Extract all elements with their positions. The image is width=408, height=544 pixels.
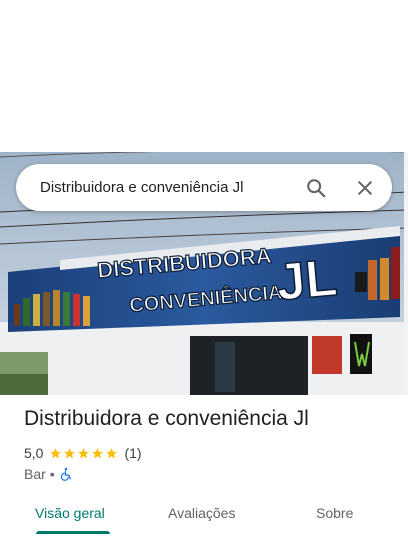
close-button[interactable] [349,172,380,203]
rating-stars [49,447,119,460]
search-icon [306,178,325,197]
close-icon [357,180,372,195]
tab-overview[interactable]: Visão geral [35,495,105,535]
star-icon [92,447,104,458]
tab-about[interactable]: Sobre [316,495,353,535]
star-icon [64,447,76,458]
active-tab-indicator [36,531,110,534]
star-icon [106,447,118,458]
place-info-sheet: Distribuidora e conveniência Jl 5,0 (1) … [0,395,408,544]
tab-reviews[interactable]: Avaliações [168,495,235,535]
star-icon [78,447,90,458]
tabs: Visão geral Avaliações Sobre [0,495,408,541]
search-input[interactable]: Distribuidora e conveniência Jl [40,164,243,211]
separator: • [49,466,55,482]
rating-row[interactable]: 5,0 (1) [24,444,142,462]
rating-value: 5,0 [24,445,44,461]
search-button[interactable] [300,172,331,203]
place-category: Bar [24,466,46,482]
category-row: Bar • [24,465,73,483]
star-icon [50,447,62,458]
reviews-count[interactable]: (1) [124,445,141,461]
search-bar[interactable]: Distribuidora e conveniência Jl [16,164,392,211]
place-title: Distribuidora e conveniência Jl [24,407,309,430]
wheelchair-icon [60,467,71,481]
sign-logo: JL [274,249,340,312]
